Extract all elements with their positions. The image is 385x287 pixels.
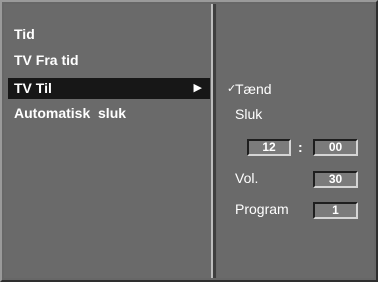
menu-item-automatisk-sluk[interactable]: Automatisk sluk (8, 103, 210, 124)
volume-field[interactable]: 30 (313, 171, 358, 188)
program-field[interactable]: 1 (313, 202, 358, 219)
menu-item-tv-fra-tid[interactable]: TV Fra tid (8, 50, 210, 71)
menu-item-label: TV Til (14, 80, 52, 96)
hour-field[interactable]: 12 (247, 139, 291, 156)
menu-item-tid[interactable]: Tid (8, 24, 210, 45)
tv-osd-menu: Tid TV Fra tid TV Til ▶ Automatisk sluk … (0, 0, 378, 282)
submenu-panel: ✓ Tænd Sluk 12 : 00 Vol. 30 Program 1 (217, 4, 374, 278)
volume-label: Vol. (235, 170, 259, 186)
time-separator: : (298, 139, 303, 155)
menu-item-tv-til[interactable]: TV Til ▶ (8, 78, 210, 99)
menu-item-label: TV Fra tid (14, 52, 79, 68)
main-menu-panel: Tid TV Fra tid TV Til ▶ Automatisk sluk (4, 4, 213, 278)
arrow-right-icon: ▶ (193, 82, 202, 94)
menu-item-label: Automatisk sluk (14, 105, 127, 121)
program-label: Program (235, 201, 289, 217)
minute-field[interactable]: 00 (313, 139, 358, 156)
panel-divider (213, 4, 216, 278)
menu-item-label: Tid (14, 26, 35, 42)
option-taend[interactable]: Tænd (235, 80, 272, 98)
option-sluk[interactable]: Sluk (235, 105, 262, 123)
